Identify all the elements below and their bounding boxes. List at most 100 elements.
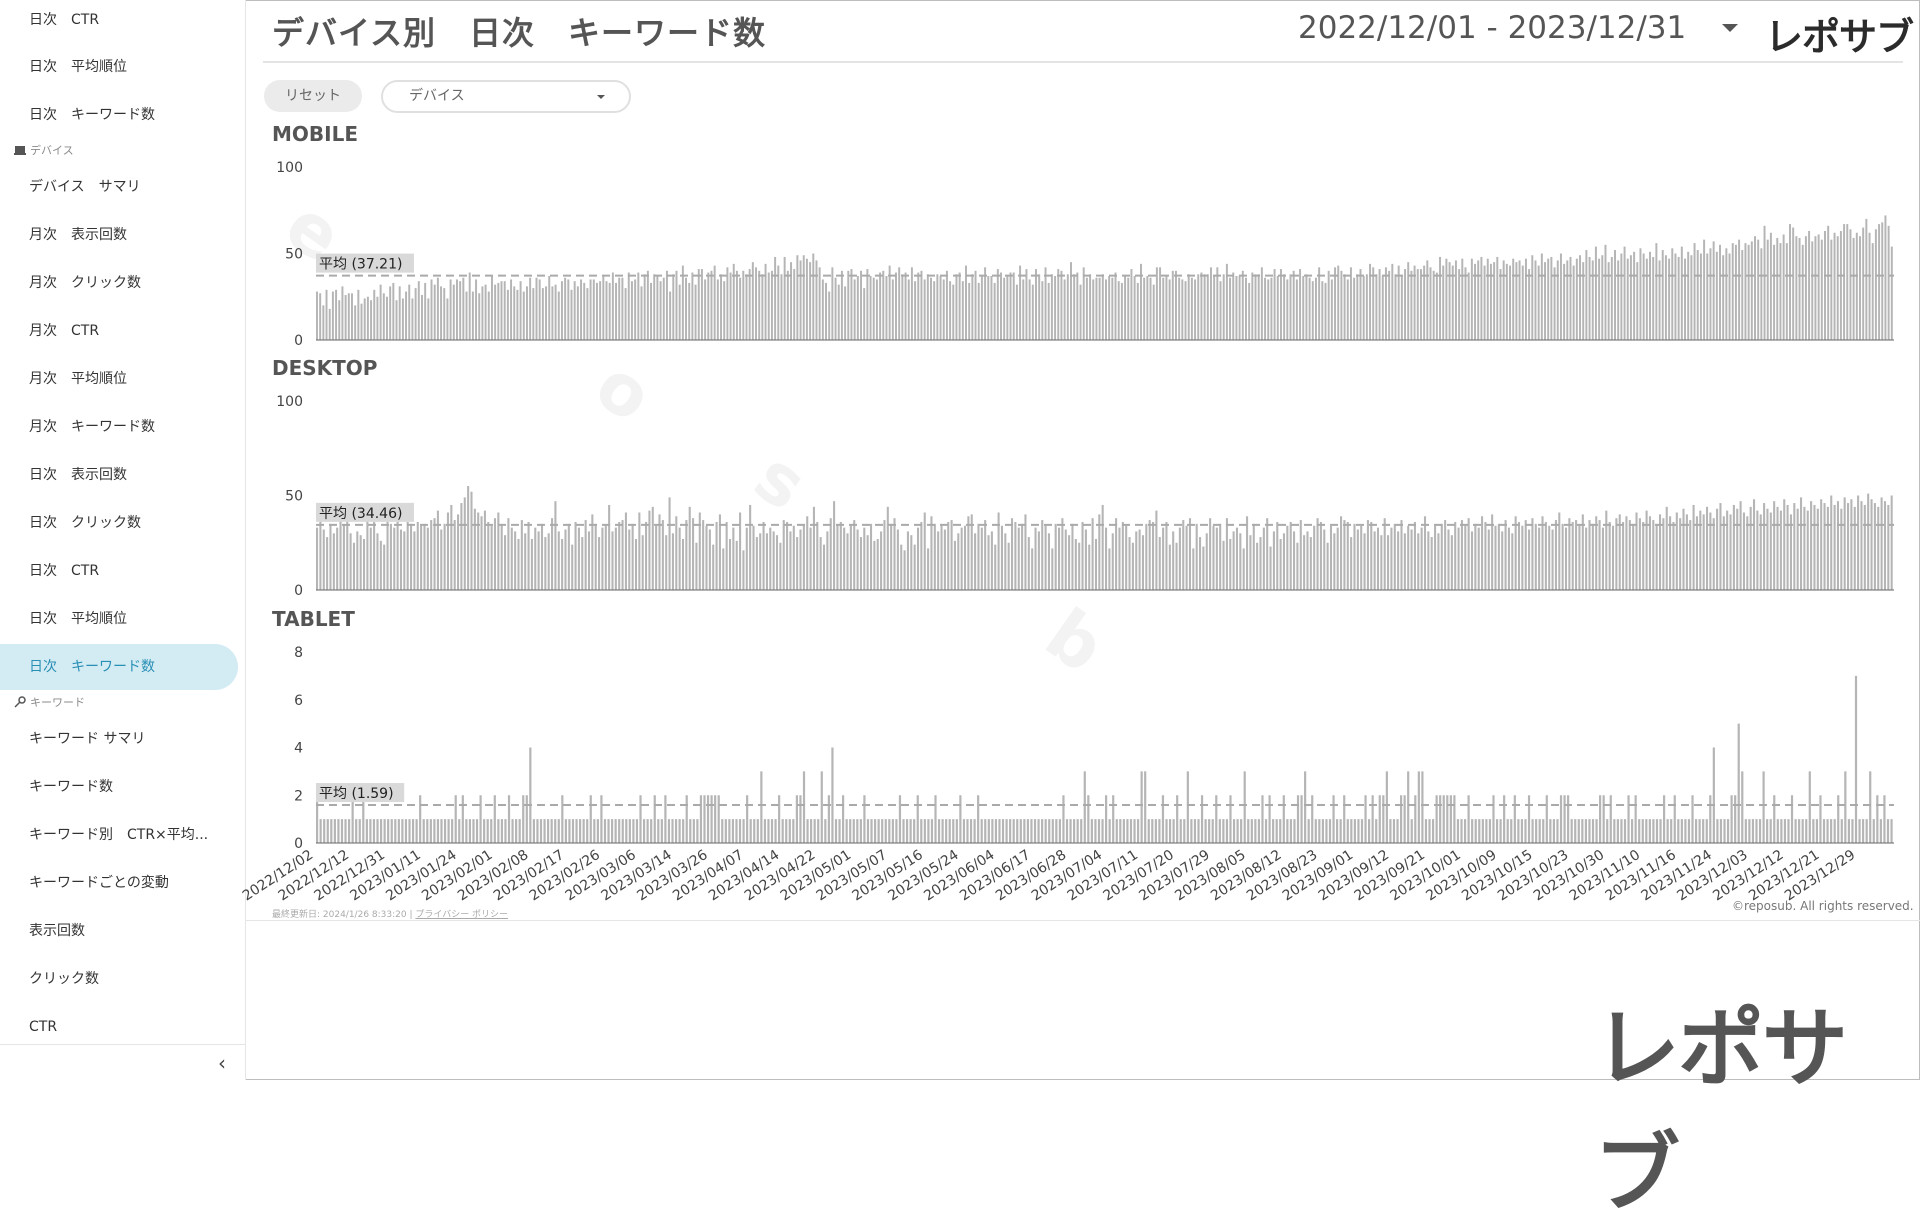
bar	[890, 523, 893, 590]
bar	[1702, 514, 1705, 590]
bar	[1115, 819, 1118, 844]
bar	[745, 527, 748, 590]
bar	[517, 538, 520, 590]
bar	[1423, 265, 1426, 340]
bar	[1867, 493, 1870, 590]
bar	[396, 518, 399, 590]
bar	[1337, 265, 1340, 340]
bar	[1524, 520, 1527, 590]
bar	[1385, 771, 1388, 844]
bar	[406, 521, 409, 590]
bar	[1204, 819, 1207, 844]
bar	[322, 529, 325, 590]
bar	[1159, 267, 1162, 340]
bar	[661, 520, 664, 590]
bar	[1273, 269, 1276, 340]
bar	[1279, 538, 1282, 590]
bar	[819, 537, 822, 590]
bar	[674, 819, 678, 844]
bar	[1340, 516, 1343, 590]
bar	[826, 531, 829, 590]
bar	[1313, 525, 1316, 590]
bar	[952, 284, 955, 340]
bar	[1706, 253, 1709, 340]
bar	[1467, 272, 1470, 340]
bar	[1890, 246, 1893, 340]
bar	[1383, 518, 1386, 590]
bar	[1241, 270, 1244, 340]
bar	[561, 795, 564, 843]
bar	[1773, 795, 1776, 843]
bar	[1684, 258, 1686, 340]
bar	[1041, 281, 1044, 340]
bar	[382, 293, 385, 340]
bar	[933, 523, 936, 590]
privacy-policy-link[interactable]: プライバシー ポリシー	[415, 910, 508, 920]
bar	[646, 270, 649, 340]
bar	[1822, 819, 1826, 844]
bar	[746, 795, 749, 843]
bar	[1811, 241, 1814, 340]
bar	[1860, 501, 1863, 590]
bar	[564, 529, 567, 590]
bar	[1730, 795, 1733, 843]
bar	[1066, 274, 1069, 340]
bar	[601, 527, 604, 590]
y-tick-label: 50	[285, 489, 303, 505]
bar	[599, 281, 602, 340]
bar	[1826, 819, 1829, 844]
bar	[839, 521, 842, 590]
bar	[1306, 531, 1309, 590]
bar	[1524, 258, 1527, 340]
bar	[1083, 771, 1086, 844]
y-tick-label: 100	[276, 160, 303, 176]
bar	[462, 277, 465, 340]
bar	[930, 819, 934, 844]
bar	[1880, 497, 1883, 590]
bar	[1665, 506, 1668, 590]
bar	[786, 521, 789, 590]
bar	[611, 531, 614, 590]
bar	[777, 265, 780, 340]
bar	[1691, 795, 1694, 843]
bar	[579, 819, 582, 844]
bar	[571, 819, 575, 844]
bar	[535, 277, 538, 340]
bar	[642, 819, 646, 844]
bar	[586, 288, 589, 340]
bar	[1625, 516, 1628, 590]
bar	[1019, 265, 1022, 340]
bar	[443, 523, 446, 590]
bar	[1435, 795, 1438, 843]
bar	[1152, 521, 1155, 590]
bar	[1343, 520, 1346, 590]
bar	[1634, 795, 1637, 843]
bar	[1216, 267, 1219, 340]
bar	[1636, 262, 1639, 340]
bar	[1823, 503, 1826, 590]
bar	[1723, 819, 1726, 844]
bar	[1662, 518, 1665, 590]
bar	[1193, 819, 1197, 844]
bar	[1051, 819, 1054, 844]
bar	[828, 291, 831, 340]
bar	[529, 747, 532, 843]
bar	[1094, 819, 1097, 844]
bar	[1031, 548, 1034, 590]
bar	[1776, 237, 1779, 340]
bar	[325, 289, 328, 340]
bar	[1873, 503, 1876, 590]
bar	[1453, 795, 1456, 843]
bar	[415, 819, 418, 844]
bar	[363, 538, 366, 590]
bar	[605, 281, 608, 340]
bar	[358, 819, 361, 844]
bar	[827, 795, 830, 843]
bar	[1786, 504, 1789, 590]
bar	[1820, 499, 1823, 590]
bar	[1437, 533, 1440, 590]
bar	[1419, 269, 1422, 340]
bar	[618, 521, 621, 590]
bar	[1091, 518, 1094, 590]
bar	[1607, 262, 1610, 340]
